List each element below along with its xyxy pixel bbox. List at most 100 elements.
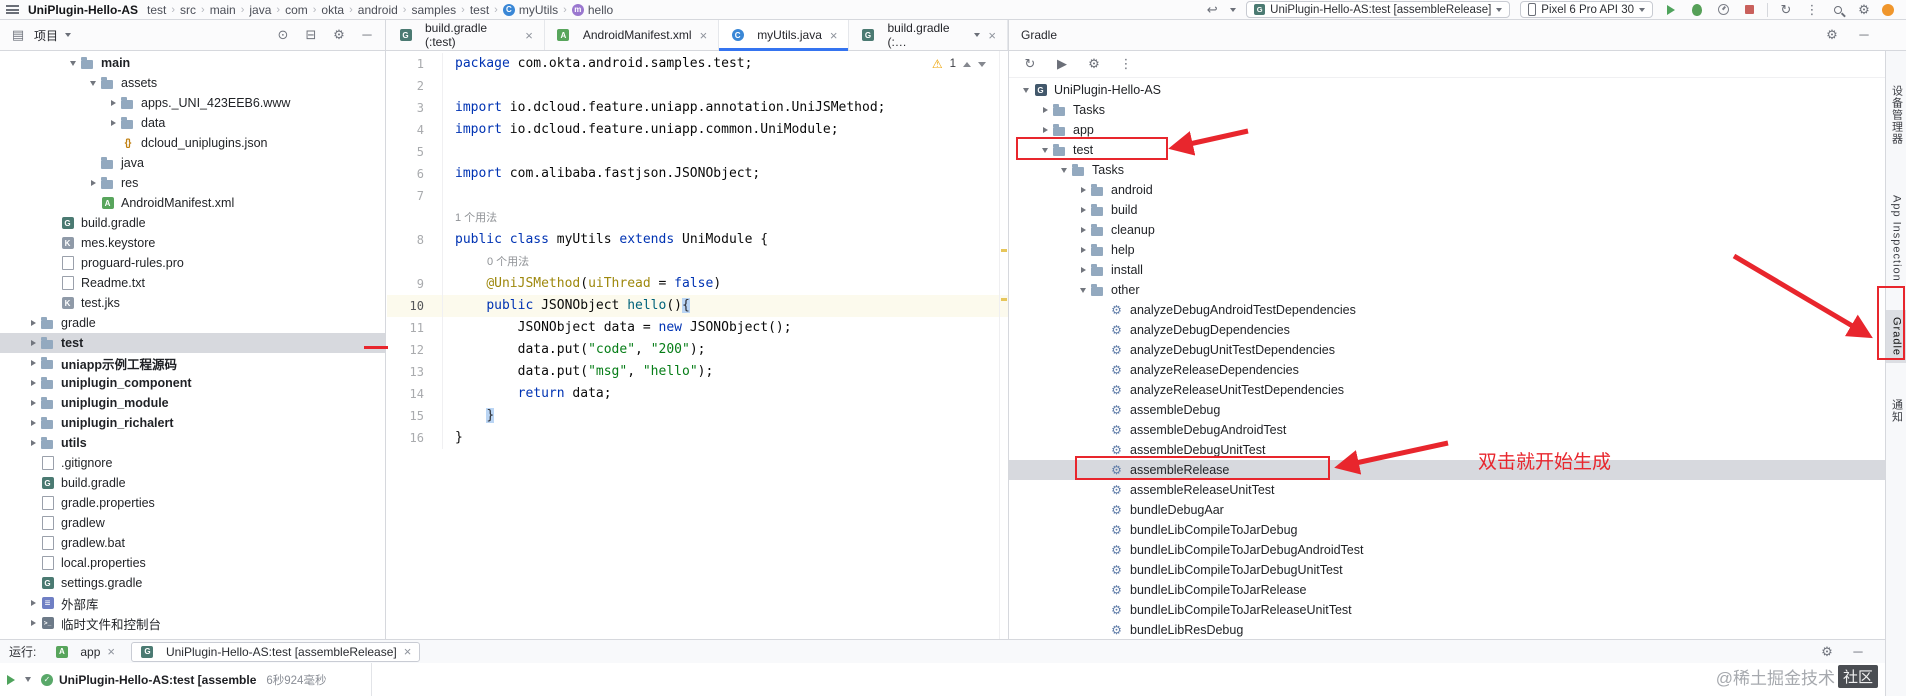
chevron-right-icon[interactable] [1038,127,1052,133]
project-tree-item[interactable]: 外部库 [0,593,385,613]
stop-button[interactable] [1741,2,1757,18]
chevron-down-icon[interactable] [974,33,981,37]
breadcrumb-item[interactable]: okta [321,3,344,17]
project-tree-item[interactable]: assets [0,73,385,93]
chevron-right-icon[interactable] [1076,227,1090,233]
gradle-settings-icon[interactable]: ⚙ [1086,56,1102,72]
breadcrumb-item[interactable]: CmyUtils [502,3,558,17]
more-icon[interactable]: ⋮ [1118,56,1134,72]
gradle-tree-item[interactable]: assembleDebugUnitTest [1009,440,1885,460]
breadcrumb-item[interactable]: main [210,3,236,17]
tool-window-button-device-manager[interactable]: 设备管理器 [1886,78,1906,152]
breadcrumb-item[interactable]: m hello [571,3,613,17]
project-tree-item[interactable]: utils [0,433,385,453]
chevron-down-icon[interactable] [66,61,80,66]
chevron-right-icon[interactable] [1076,247,1090,253]
gradle-tree-item[interactable]: analyzeDebugUnitTestDependencies [1009,340,1885,360]
gear-icon[interactable]: ⚙ [1823,27,1841,43]
close-icon[interactable]: × [525,28,533,43]
chevron-right-icon[interactable] [1076,187,1090,193]
hide-panel-icon[interactable]: ─ [358,27,376,43]
close-icon[interactable]: × [404,644,412,659]
warning-mark[interactable] [1001,298,1007,301]
chevron-right-icon[interactable] [86,180,100,186]
chevron-right-icon[interactable] [26,320,40,326]
gradle-tree-item[interactable]: bundleLibCompileToJarReleaseUnitTest [1009,600,1885,620]
close-icon[interactable]: × [700,28,708,43]
project-tree-item[interactable]: settings.gradle [0,573,385,593]
gradle-tree-item[interactable]: analyzeDebugDependencies [1009,320,1885,340]
close-icon[interactable]: × [830,28,838,43]
gradle-tree-item[interactable]: assembleRelease [1009,460,1885,480]
code-line[interactable]: 15 } [387,405,1008,427]
warning-mark[interactable] [1001,249,1007,252]
code-line[interactable]: 9 @UniJSMethod(uiThread = false) [387,273,1008,295]
project-tree-item[interactable]: Readme.txt [0,273,385,293]
breadcrumb-item[interactable]: java [249,3,271,17]
code-editor[interactable]: 1 package com.okta.android.samples.test; 2… [387,51,1008,639]
profiler-button[interactable] [1715,2,1731,18]
gradle-tree-item[interactable]: UniPlugin-Hello-AS [1009,80,1885,100]
main-menu-icon[interactable] [6,5,19,14]
project-tree-item[interactable]: main [0,53,385,73]
project-tree-item[interactable]: 临时文件和控制台 [0,613,385,633]
code-line[interactable]: 16} [387,427,1008,449]
notification-icon[interactable] [1882,3,1894,16]
chevron-down-icon[interactable] [1076,288,1090,293]
breadcrumb-item[interactable]: src [180,3,196,17]
chevron-right-icon[interactable] [26,380,40,386]
code-line[interactable]: 0 个用法 [387,251,1008,273]
project-tree-item[interactable]: local.properties [0,553,385,573]
collapse-all-icon[interactable]: ⊟ [302,27,320,43]
gear-icon[interactable]: ⚙ [330,27,348,43]
gradle-tree-item[interactable]: bundleLibCompileToJarDebugAndroidTest [1009,540,1885,560]
project-tree-item[interactable]: proguard-rules.pro [0,253,385,273]
chevron-right-icon[interactable] [26,400,40,406]
project-tree-item[interactable]: gradlew.bat [0,533,385,553]
editor-tab[interactable]: build.gradle (:… × [849,20,1008,50]
project-tree-item[interactable]: apps._UNI_423EEB6.www [0,93,385,113]
more-actions-button[interactable]: ⋮ [1804,2,1820,18]
chevron-right-icon[interactable] [1076,267,1090,273]
project-tree-item[interactable]: java [0,153,385,173]
gradle-tree-item[interactable]: install [1009,260,1885,280]
project-panel-title[interactable]: 项目 [34,27,58,44]
code-line[interactable]: 3 import io.dcloud.feature.uniapp.annotat… [387,97,1008,119]
gradle-tree-item[interactable]: analyzeDebugAndroidTestDependencies [1009,300,1885,320]
tool-window-button-notifications[interactable]: 通知 [1886,392,1906,430]
chevron-down-icon[interactable] [1057,168,1071,173]
run-process-pane[interactable]: ✓ UniPlugin-Hello-AS:test [assemble 6秒92… [0,663,372,696]
project-tree-item[interactable]: build.gradle [0,473,385,493]
chevron-right-icon[interactable] [106,100,120,106]
gradle-tree-item[interactable]: test [1009,140,1885,160]
tool-window-button-app-inspection[interactable]: App Inspection [1886,188,1906,289]
chevron-down-icon[interactable] [1019,88,1033,93]
execute-task-icon[interactable]: ▶ [1054,56,1070,72]
hide-panel-icon[interactable]: ─ [1855,27,1873,43]
chevron-right-icon[interactable] [26,360,40,366]
project-tree-item[interactable]: dcloud_uniplugins.json [0,133,385,153]
run-button[interactable] [1663,2,1679,18]
chevron-right-icon[interactable] [26,600,40,606]
run-configuration-select[interactable]: G UniPlugin-Hello-AS:test [assembleRelea… [1246,1,1511,18]
rerun-icon[interactable] [7,674,15,685]
project-tree-item[interactable]: AndroidManifest.xml [0,193,385,213]
project-tree-item[interactable]: gradle.properties [0,493,385,513]
breadcrumb-item[interactable]: samples [411,3,456,17]
breadcrumb-item[interactable]: test [470,3,489,17]
breadcrumb-item[interactable]: com [285,3,308,17]
editor-tab[interactable]: build.gradle (:test) × [387,20,545,50]
chevron-down-icon[interactable] [65,33,72,37]
code-line[interactable]: 1 个用法 [387,207,1008,229]
gradle-tree-item[interactable]: bundleLibCompileToJarDebugUnitTest [1009,560,1885,580]
gradle-tree-item[interactable]: analyzeReleaseDependencies [1009,360,1885,380]
device-select[interactable]: Pixel 6 Pro API 30 [1520,1,1653,18]
project-tree-item[interactable]: uniplugin_component [0,373,385,393]
gradle-tree-item[interactable]: bundleDebugAar [1009,500,1885,520]
editor-scroll-stripe[interactable] [999,51,1008,639]
project-tree-item[interactable]: gradle [0,313,385,333]
gradle-panel-title[interactable]: Gradle [1021,28,1057,42]
chevron-down-icon[interactable] [21,677,35,682]
search-button[interactable] [1830,2,1846,18]
settings-button[interactable]: ⚙ [1856,2,1872,18]
